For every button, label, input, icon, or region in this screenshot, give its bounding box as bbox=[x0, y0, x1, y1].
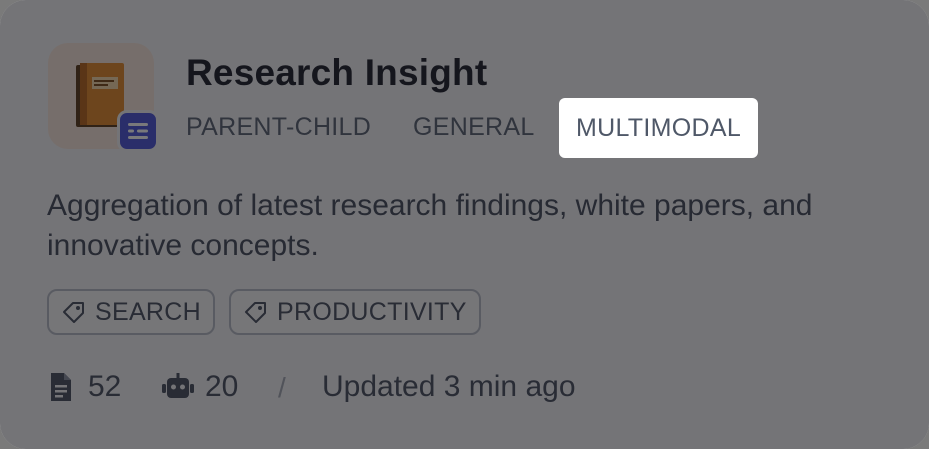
tag-productivity[interactable]: PRODUCTIVITY bbox=[229, 289, 481, 335]
stats-separator: / bbox=[278, 372, 286, 403]
agents-stat: 20 bbox=[161, 370, 238, 404]
documents-stat: 52 bbox=[48, 370, 121, 404]
robot-icon bbox=[162, 373, 194, 398]
mode-general: GENERAL bbox=[413, 113, 535, 141]
tag-search[interactable]: SEARCH bbox=[47, 289, 215, 335]
document-icon bbox=[51, 373, 71, 401]
mode-multimodal[interactable]: MULTIMODAL bbox=[559, 98, 758, 158]
tag-label: PRODUCTIVITY bbox=[277, 297, 467, 326]
list-icon bbox=[117, 110, 159, 152]
agents-count: 20 bbox=[205, 370, 239, 403]
mode-parent-child: PARENT-CHILD bbox=[186, 113, 372, 141]
app-icon bbox=[48, 43, 159, 152]
tag-label: SEARCH bbox=[95, 297, 201, 326]
documents-count: 52 bbox=[88, 370, 122, 403]
tag-icon bbox=[63, 302, 84, 323]
tag-icon bbox=[245, 302, 266, 323]
knowledge-card[interactable]: Research Insight PARENT-CHILD GENERAL Ag… bbox=[0, 0, 929, 449]
card-title: Research Insight bbox=[186, 52, 488, 93]
card-description: Aggregation of latest research findings,… bbox=[47, 189, 813, 262]
updated-time: Updated 3 min ago bbox=[322, 370, 576, 403]
